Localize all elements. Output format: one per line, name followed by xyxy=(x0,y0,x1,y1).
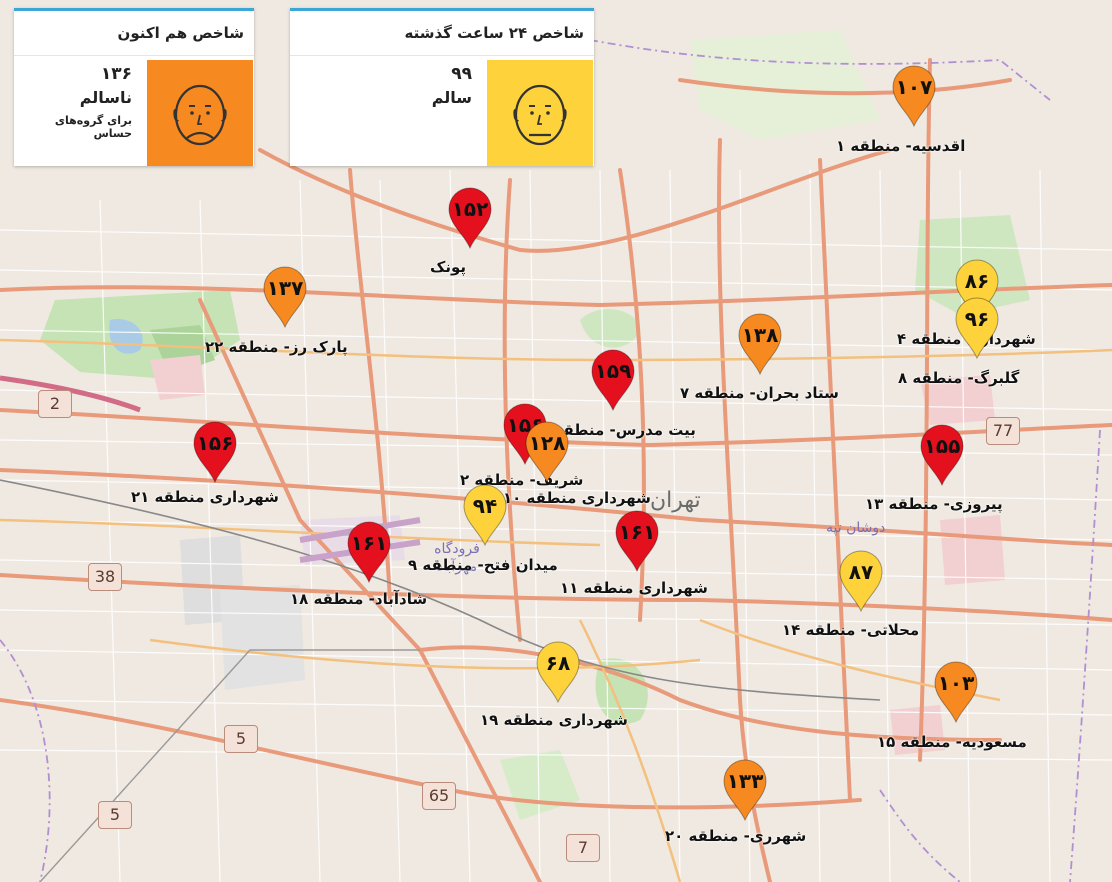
station-marker[interactable]: ۹۴ xyxy=(462,483,508,547)
station-marker[interactable]: ۶۸ xyxy=(535,640,581,704)
station-value: ۹۶ xyxy=(964,307,990,331)
day-index-card: شاخص ۲۴ ساعت گذشته ۹۹ سالم xyxy=(290,8,594,166)
station-label: پارک رز- منطقه ۲۲ xyxy=(205,338,348,356)
day-index-status: سالم xyxy=(431,88,472,107)
station-value: ۱۵۶ xyxy=(196,431,234,455)
station-marker[interactable]: ۱۵۵ xyxy=(919,423,965,487)
station-label: میدان فتح- منطقه ۹ xyxy=(408,556,558,574)
station-label: شهرری- منطقه ۲۰ xyxy=(665,827,807,845)
station-label: گلبرگ- منطقه ۸ xyxy=(898,369,1020,387)
station-value: ۹۴ xyxy=(472,494,498,518)
road-shield-7: 7 xyxy=(566,834,600,862)
station-label: شادآباد- منطقه ۱۸ xyxy=(290,590,428,608)
station-label: پونک xyxy=(430,258,467,276)
station-marker[interactable]: ۱۰۳ xyxy=(933,660,979,724)
station-value: ۱۳۷ xyxy=(266,276,304,300)
district-label: دوشان تپه xyxy=(826,520,886,536)
current-index-value: ۱۳۶ xyxy=(100,64,132,84)
station-label: محلاتی- منطقه ۱۴ xyxy=(782,621,920,639)
road-shield-38: 38 xyxy=(88,563,122,591)
current-index-substatus: برای گروه‌های حساس xyxy=(54,114,132,140)
station-value: ۱۵۲ xyxy=(451,197,489,221)
neutral-face-icon xyxy=(487,60,593,166)
station-label: شهرداری منطقه ۱۱ xyxy=(560,579,708,597)
station-marker[interactable]: ۱۲۸ xyxy=(524,420,570,484)
road-shield-5a: 5 xyxy=(224,725,258,753)
station-value: ۸۶ xyxy=(964,269,990,293)
station-value: ۱۳۳ xyxy=(726,769,764,793)
day-index-value: ۹۹ xyxy=(451,64,472,84)
station-label: اقدسیه- منطقه ۱ xyxy=(836,137,966,155)
station-value: ۱۵۹ xyxy=(594,359,632,383)
station-marker[interactable]: ۱۶۱ xyxy=(614,509,660,573)
station-value: ۱۶۱ xyxy=(618,520,656,544)
station-marker[interactable]: ۸۷ xyxy=(838,549,884,613)
station-value: ۱۰۳ xyxy=(937,671,975,695)
station-marker[interactable]: ۹۶ xyxy=(954,296,1000,360)
road-shield-5b: 5 xyxy=(98,801,132,829)
station-marker[interactable]: ۱۳۳ xyxy=(722,758,768,822)
current-index-title: شاخص هم اکنون xyxy=(14,11,254,56)
station-value: ۱۵۵ xyxy=(923,434,961,458)
station-marker[interactable]: ۱۰۷ xyxy=(891,64,937,128)
road-shield-65: 65 xyxy=(422,782,456,810)
station-value: ۶۸ xyxy=(545,651,571,675)
station-value: ۸۷ xyxy=(848,560,874,584)
station-label: مسعودیه- منطقه ۱۵ xyxy=(877,733,1027,751)
station-marker[interactable]: ۱۵۲ xyxy=(447,186,493,250)
station-marker[interactable]: ۱۳۷ xyxy=(262,265,308,329)
station-marker[interactable]: ۱۶۱ xyxy=(346,520,392,584)
station-value: ۱۲۸ xyxy=(528,431,566,455)
station-label: شهرداری منطقه ۱۹ xyxy=(480,711,628,729)
station-label: شهرداری منطقه ۱۰ xyxy=(503,489,651,507)
current-index-status: ناسالم xyxy=(79,88,132,107)
station-marker[interactable]: ۱۵۶ xyxy=(192,420,238,484)
station-marker[interactable]: ۱۵۹ xyxy=(590,348,636,412)
day-index-title: شاخص ۲۴ ساعت گذشته xyxy=(290,11,594,56)
current-index-card: شاخص هم اکنون ۱۳۶ ناسالم برای گروه‌های ح… xyxy=(14,8,254,166)
road-shield-2: 2 xyxy=(38,390,72,418)
station-value: ۱۶۱ xyxy=(350,531,388,555)
station-label: ستاد بحران- منطقه ۷ xyxy=(680,384,839,402)
station-value: ۱۳۸ xyxy=(741,323,779,347)
station-label: پیروزی- منطقه ۱۳ xyxy=(865,495,1003,513)
station-label: شهرداری منطقه ۲۱ xyxy=(131,488,279,506)
station-marker[interactable]: ۱۳۸ xyxy=(737,312,783,376)
station-value: ۱۰۷ xyxy=(895,75,933,99)
sad-face-icon xyxy=(147,60,253,166)
road-shield-77: 77 xyxy=(986,417,1020,445)
